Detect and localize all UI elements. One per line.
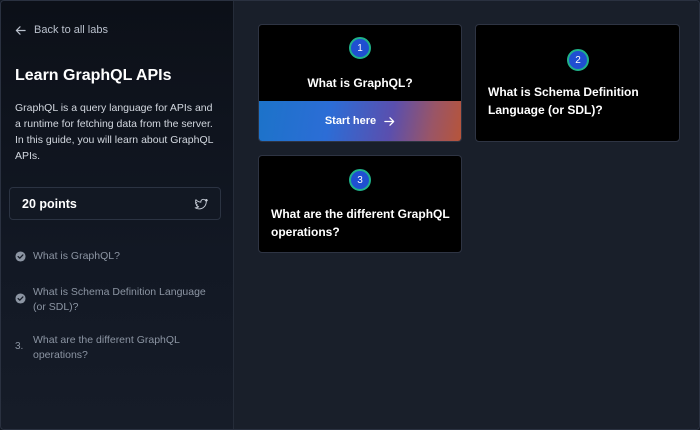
step-label: What is Schema Definition Language (or S… <box>33 286 206 313</box>
twitter-icon[interactable] <box>194 197 208 211</box>
card-title: What is GraphQL? <box>307 76 413 90</box>
check-circle-icon <box>15 251 26 262</box>
step-label: What is GraphQL? <box>33 250 120 262</box>
step-item-3[interactable]: 3. What are the different GraphQL operat… <box>15 333 220 363</box>
card-title: What are the different GraphQL operation… <box>271 207 450 239</box>
step-label: What are the different GraphQL operation… <box>33 334 180 361</box>
check-circle-icon <box>15 293 26 304</box>
step-number: 3. <box>15 341 24 352</box>
step-number-badge: 2 <box>567 49 589 71</box>
page-title: Learn GraphQL APIs <box>15 67 172 84</box>
main-content: 1 What is GraphQL? Start here 2 What is … <box>234 1 699 429</box>
lab-card-3[interactable]: 3 What are the different GraphQL operati… <box>258 155 462 253</box>
points-panel: 20 points <box>9 187 221 220</box>
arrow-left-icon <box>15 25 26 35</box>
back-to-labs-link[interactable]: Back to all labs <box>15 24 108 36</box>
lab-card-2[interactable]: 2 What is Schema Definition Language (or… <box>475 24 680 142</box>
sidebar: Back to all labs Learn GraphQL APIs Grap… <box>1 1 234 429</box>
step-number-badge: 3 <box>349 169 371 191</box>
app-frame: Back to all labs Learn GraphQL APIs Grap… <box>0 0 700 430</box>
back-link-label: Back to all labs <box>34 24 108 36</box>
step-item-2[interactable]: What is Schema Definition Language (or S… <box>15 285 220 315</box>
step-number-badge: 1 <box>349 37 371 59</box>
lab-card-1[interactable]: 1 What is GraphQL? Start here <box>258 24 462 142</box>
arrow-right-icon <box>384 116 395 126</box>
card-title: What is Schema Definition Language (or S… <box>488 85 639 117</box>
start-here-label: Start here <box>324 115 377 127</box>
lab-description: GraphQL is a query language for APIs and… <box>15 102 214 162</box>
step-item-1[interactable]: What is GraphQL? <box>15 249 120 264</box>
points-value: 20 points <box>22 196 77 211</box>
start-here-button[interactable]: Start here <box>259 101 461 141</box>
